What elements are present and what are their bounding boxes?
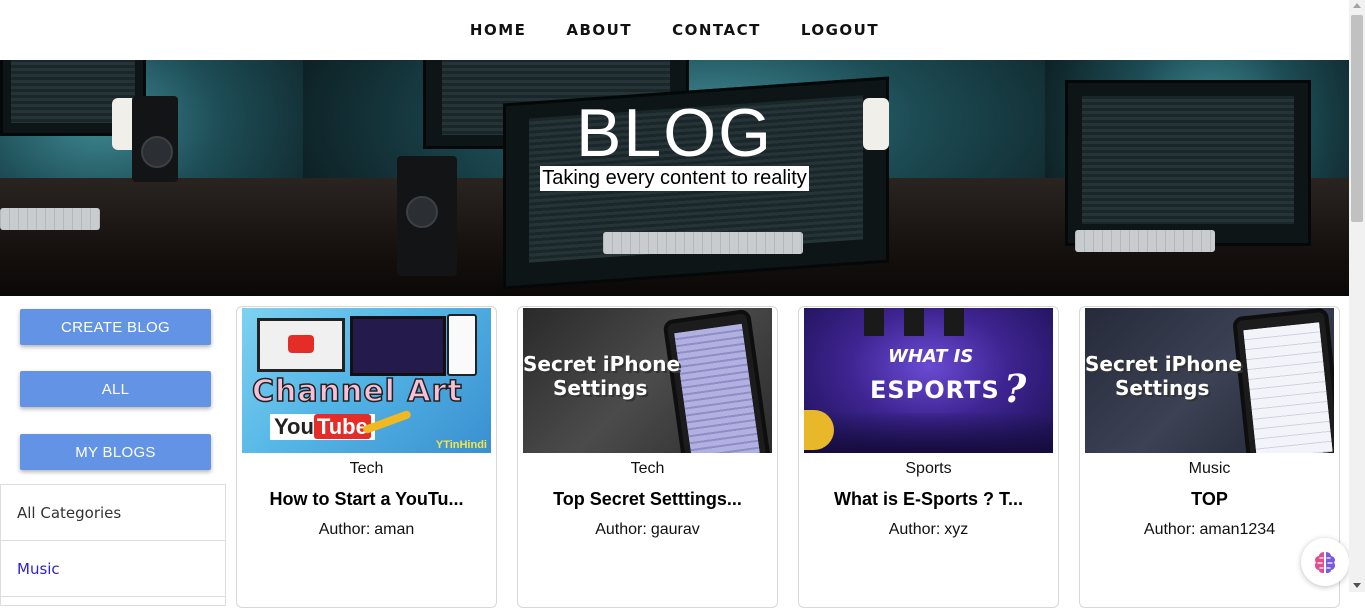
- category-item-all[interactable]: All Categories: [1, 485, 225, 541]
- post-card[interactable]: Channel Art You Tube YTinHindi Tech How t…: [236, 306, 497, 608]
- tv-graphic: [350, 316, 446, 376]
- thumbnail-text: Secret iPhone Settings: [523, 352, 681, 400]
- post-category: Music: [1188, 460, 1231, 477]
- youtube-logo: You Tube: [270, 414, 375, 440]
- post-thumbnail[interactable]: Channel Art You Tube YTinHindi: [242, 308, 491, 453]
- nav-contact-link[interactable]: CONTACT: [672, 21, 761, 39]
- assistant-fab[interactable]: [1301, 538, 1349, 586]
- nav-about-link[interactable]: ABOUT: [566, 21, 632, 39]
- hero-subtitle: Taking every content to reality: [540, 166, 809, 191]
- hero-banner: BLOG Taking every content to reality: [0, 60, 1349, 296]
- phone-graphic: [1232, 308, 1334, 453]
- thumbnail-text: Channel Art: [251, 373, 463, 410]
- my-blogs-button[interactable]: MY BLOGS: [20, 434, 211, 470]
- stage-graphic: [804, 413, 1053, 453]
- phone-graphic: [447, 314, 477, 376]
- post-author: Author: gaurav: [595, 521, 700, 538]
- question-mark-graphic: ?: [1004, 366, 1027, 411]
- post-title[interactable]: How to Start a YouTu...: [237, 489, 496, 510]
- brain-icon: [1315, 552, 1335, 573]
- thumbnail-brand: YTinHindi: [435, 439, 487, 451]
- thumbnail-text: ESPORTS: [870, 376, 1000, 404]
- hero-title: BLOG: [576, 95, 773, 171]
- thumbnail-text: WHAT IS: [888, 346, 974, 367]
- post-title[interactable]: What is E-Sports ? T...: [799, 489, 1058, 510]
- nav-home-link[interactable]: HOME: [470, 21, 526, 39]
- laptop-graphic: [257, 318, 345, 372]
- post-thumbnail[interactable]: Secret iPhone Settings: [523, 308, 772, 453]
- post-category: Tech: [630, 460, 665, 477]
- page-scrollbar[interactable]: [1349, 0, 1365, 592]
- stage-lights-graphic: [864, 308, 984, 336]
- create-blog-button[interactable]: CREATE BLOG: [20, 309, 211, 345]
- category-item-music[interactable]: Music: [1, 541, 225, 597]
- scroll-down-arrow-icon[interactable]: [1353, 583, 1361, 588]
- thumbnail-text: Secret iPhone Settings: [1085, 352, 1243, 400]
- post-title[interactable]: TOP: [1080, 489, 1339, 510]
- post-author: Author: aman1234: [1143, 521, 1276, 538]
- scroll-up-arrow-icon[interactable]: [1353, 3, 1361, 8]
- post-author: Author: xyz: [888, 521, 969, 538]
- all-posts-button[interactable]: ALL: [20, 371, 211, 407]
- post-category: Sports: [905, 460, 952, 477]
- post-title[interactable]: Top Secret Setttings...: [518, 489, 777, 510]
- category-list: All Categories Music: [0, 484, 226, 606]
- nav-logout-link[interactable]: LOGOUT: [801, 21, 879, 39]
- scrollbar-thumb[interactable]: [1351, 15, 1363, 222]
- post-category: Tech: [349, 460, 384, 477]
- post-card[interactable]: WHAT IS ESPORTS ? Sports What is E-Sport…: [798, 306, 1059, 608]
- post-card[interactable]: Secret iPhone Settings Tech Top Secret Se…: [517, 306, 778, 608]
- post-author: Author: aman: [318, 521, 415, 538]
- post-thumbnail[interactable]: WHAT IS ESPORTS ?: [804, 308, 1053, 453]
- post-thumbnail[interactable]: Secret iPhone Settings: [1085, 308, 1334, 453]
- top-nav: HOME ABOUT CONTACT LOGOUT: [0, 0, 1349, 60]
